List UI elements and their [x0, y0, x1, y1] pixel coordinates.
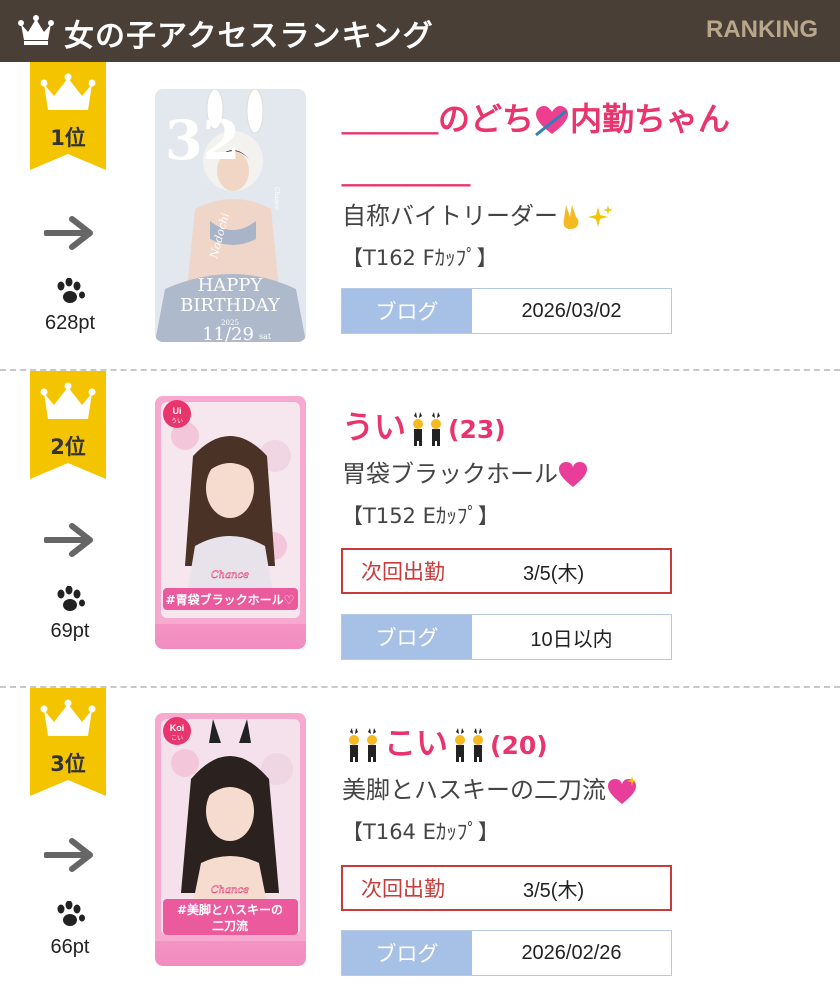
divider — [0, 686, 840, 688]
blog-date: 2026/03/02 — [521, 299, 622, 322]
next-shift: 次回出勤 3/5(木) — [341, 548, 672, 594]
rank-label: 3位 — [50, 752, 86, 776]
ranking-label: RANKING — [706, 16, 818, 43]
arrow-right-icon — [44, 523, 93, 557]
rank-label: 1位 — [50, 126, 86, 150]
catchphrase-text: 自称バイトリーダー — [342, 202, 558, 230]
name-text: うい — [342, 408, 407, 446]
name-text: ＿＿＿のどち — [342, 100, 535, 138]
spec-text: 【T164 Eｶｯﾌﾟ】 — [342, 820, 499, 844]
bunny-girls-icon — [455, 728, 484, 762]
photo-happy: HAPPY — [198, 275, 264, 296]
photo-tag-kana: うい — [171, 418, 183, 425]
photo-caption: #胃袋ブラックホール♡ — [166, 592, 295, 607]
paw-icon — [57, 586, 85, 611]
spec-text: 【T152 Eｶｯﾌﾟ】 — [342, 504, 499, 528]
photo-big-number: 32 — [165, 108, 240, 172]
next-shift-date: 3/5(木) — [523, 879, 585, 902]
photo-day: sat — [259, 332, 272, 341]
girl-name[interactable]: うい (23) — [342, 402, 506, 448]
photo-birthday: BIRTHDAY — [180, 295, 281, 316]
victory-hand-icon — [563, 205, 579, 229]
blog-link[interactable]: ブログ 2026/03/02 — [341, 288, 672, 334]
photo-brand: Chance — [211, 570, 249, 581]
girl-name-line2: ＿＿＿＿ — [342, 152, 471, 190]
paw-icon — [57, 278, 85, 303]
points-value: 628pt — [44, 312, 96, 334]
divider — [0, 369, 840, 371]
catchphrase: 胃袋ブラックホール — [342, 454, 588, 489]
age-text: (23) — [448, 415, 506, 444]
points-value: 66pt — [50, 936, 90, 958]
blog-label: ブログ — [342, 289, 472, 333]
page-title: 女の子アクセスランキング — [64, 19, 434, 54]
profile-photo[interactable]: Koi こい Chance #美脚とハスキーの 二刀流 — [155, 713, 306, 966]
blog-date: 10日以内 — [530, 628, 613, 651]
age-text: (20) — [490, 731, 548, 760]
catchphrase-text: 胃袋ブラックホール — [342, 460, 558, 488]
heart-arrow-icon — [535, 106, 569, 137]
photo-caption-line1: #美脚とハスキーの — [177, 902, 283, 917]
profile-photo[interactable]: 32 Nodochi HAPPY BIRTHDAY 2025 11/29 sat… — [155, 89, 306, 342]
spec-text: 【T162 Fｶｯﾌﾟ】 — [342, 246, 498, 270]
photo-brand: Chance — [211, 885, 249, 896]
paw-icon — [57, 901, 85, 926]
next-shift-label: 次回出勤 — [361, 877, 445, 901]
blog-link[interactable]: ブログ 2026/02/26 — [341, 930, 672, 976]
blog-date: 2026/02/26 — [521, 941, 622, 964]
bunny-girls-icon — [413, 412, 442, 446]
blog-label: ブログ — [342, 615, 472, 659]
points-value: 69pt — [50, 620, 90, 642]
photo-brand: Chance — [273, 187, 280, 210]
profile-photo[interactable]: Ui うい Chance #胃袋ブラックホール♡ — [155, 396, 306, 649]
next-shift-label: 次回出勤 — [361, 560, 445, 584]
rank-badge-2: 2位 — [30, 371, 106, 479]
bunny-girls-icon — [349, 728, 377, 762]
rank-badge-3: 3位 — [30, 688, 106, 796]
photo-tag-name: Ui — [173, 406, 182, 416]
sparkles-icon — [588, 205, 613, 227]
name-text: こい — [384, 724, 449, 762]
photo-tag-kana: こい — [171, 735, 183, 742]
rank-label: 2位 — [50, 435, 86, 459]
blog-link[interactable]: ブログ 10日以内 — [341, 614, 672, 660]
name-suffix: 内勤ちゃん — [570, 100, 731, 138]
arrow-right-icon — [44, 216, 93, 250]
rank-badge-1: 1位 — [30, 62, 106, 170]
photo-date: 11/29 — [202, 324, 254, 342]
next-shift-date: 3/5(木) — [523, 562, 585, 585]
next-shift: 次回出勤 3/5(木) — [341, 865, 672, 911]
photo-caption-line2: 二刀流 — [212, 918, 248, 933]
sparkling-heart-icon — [608, 776, 637, 804]
ranking-header: 女の子アクセスランキング RANKING — [0, 0, 840, 62]
crown-icon — [18, 15, 54, 45]
catchphrase: 自称バイトリーダー — [342, 196, 614, 231]
catchphrase: 美脚とハスキーの二刀流 — [342, 770, 638, 806]
photo-tag-name: Koi — [170, 723, 185, 733]
girl-name[interactable]: こい (20) — [342, 718, 548, 764]
catchphrase-text: 美脚とハスキーの二刀流 — [342, 776, 606, 804]
arrow-right-icon — [44, 838, 93, 872]
heart-icon — [559, 462, 587, 487]
girl-name[interactable]: ＿＿＿のどち 内勤ちゃん — [342, 94, 730, 140]
blog-label: ブログ — [342, 931, 472, 975]
